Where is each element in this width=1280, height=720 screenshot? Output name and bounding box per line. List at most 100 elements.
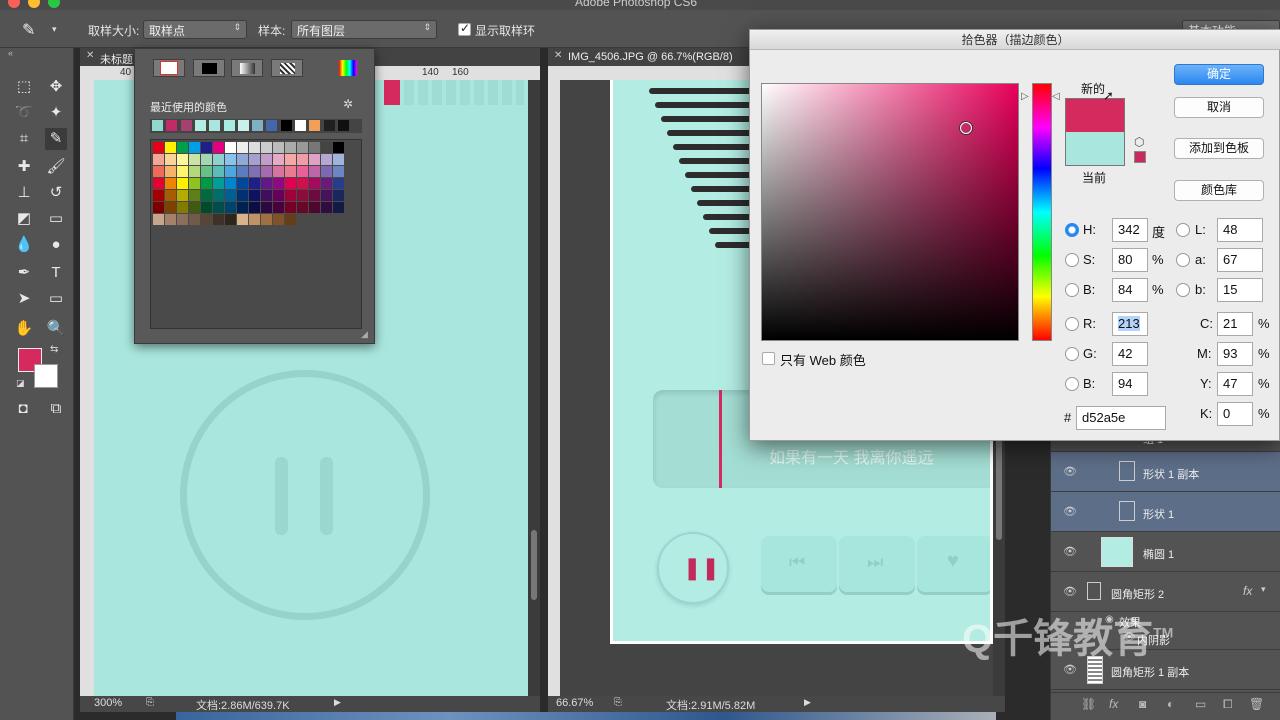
eyedropper-icon[interactable]: ✎ [22,20,35,40]
palette-swatch[interactable] [285,202,296,213]
palette-swatch[interactable] [297,142,308,153]
palette-swatch[interactable] [225,202,236,213]
saturation-radio[interactable] [1065,253,1079,267]
palette-swatch[interactable] [333,202,344,213]
palette-swatch[interactable] [177,190,188,201]
chevron-down-icon[interactable]: ▾ [1261,584,1266,595]
black-field[interactable]: 0 [1217,402,1253,426]
palette-swatch[interactable] [177,142,188,153]
folder-icon[interactable]: ▭ [1195,697,1206,711]
palette-swatch[interactable] [333,166,344,177]
palette-swatch[interactable] [237,154,248,165]
palette-swatch[interactable] [309,142,320,153]
palette-swatch[interactable] [225,214,236,225]
b-field[interactable]: 15 [1217,278,1263,302]
palette-swatch[interactable] [273,190,284,201]
fx-icon[interactable]: fx [1109,697,1118,711]
palette-swatch[interactable] [153,166,164,177]
recent-color-swatch[interactable] [180,120,192,131]
palette-swatch[interactable] [309,178,320,189]
palette-swatch[interactable] [225,142,236,153]
palette-swatch[interactable] [165,202,176,213]
palette-swatch[interactable] [321,178,332,189]
palette-swatch[interactable] [273,202,284,213]
palette-swatch[interactable] [177,178,188,189]
palette-swatch[interactable] [297,202,308,213]
add-to-swatches-button[interactable]: 添加到色板 [1174,138,1264,159]
palette-swatch[interactable] [165,166,176,177]
palette-swatch[interactable] [261,190,272,201]
previous-button[interactable]: ⏮ [761,536,837,592]
palette-swatch[interactable] [249,142,260,153]
pause-button[interactable]: ❚❚ [657,532,729,604]
palette-swatch[interactable] [189,190,200,201]
palette-swatch[interactable] [237,142,248,153]
palette-swatch[interactable] [237,166,248,177]
solid-color-button[interactable] [193,59,225,77]
hue-slider-right-arrow-icon[interactable]: ◁ [1052,91,1060,102]
eye-icon[interactable]: 👁 [1063,505,1077,518]
hue-slider[interactable] [1032,83,1052,341]
palette-swatch[interactable] [261,154,272,165]
palette-swatch[interactable] [201,214,212,225]
zoom-level[interactable]: 66.67% [556,697,593,709]
blue-field[interactable]: 94 [1112,372,1148,396]
palette-swatch[interactable] [213,214,224,225]
document-tab-2[interactable]: ✕ IMG_4506.JPG @ 66.7%(RGB/8) [548,48,750,66]
palette-swatch[interactable] [201,202,212,213]
status-menu-arrow-icon[interactable]: ▶ [804,697,811,708]
palette-swatch[interactable] [237,214,248,225]
sample-select[interactable]: 所有图层 ⇕ [291,20,437,39]
palette-swatch[interactable] [177,166,188,177]
zoom-level[interactable]: 300% [94,697,122,709]
eye-icon[interactable]: 👁 [1063,545,1077,558]
palette-swatch[interactable] [189,214,200,225]
palette-swatch[interactable] [213,154,224,165]
recent-color-swatch[interactable] [194,120,206,131]
adjustment-icon[interactable]: ◐ [1167,697,1174,711]
hue-field[interactable]: 342 [1112,218,1148,242]
dock[interactable] [176,712,996,720]
palette-swatch[interactable] [165,214,176,225]
eraser-tool-icon[interactable]: ◩ [13,208,35,230]
show-ring-checkbox[interactable]: ✓ [458,21,471,36]
recent-color-swatch[interactable] [209,120,221,131]
export-icon[interactable]: ⎘ [614,697,622,708]
gradient-button[interactable] [231,59,263,77]
document-1-scrollbar[interactable] [528,80,540,696]
palette-swatch[interactable] [213,190,224,201]
tool-preset-chevron-icon[interactable]: ▾ [52,24,57,35]
magic-wand-tool-icon[interactable]: ✦ [45,102,67,124]
magenta-field[interactable]: 93 [1217,342,1253,366]
eye-icon[interactable]: 👁 [1063,663,1077,676]
palette-swatch[interactable] [261,178,272,189]
marquee-tool-icon[interactable]: ⬚ [13,76,35,98]
saturation-brightness-field[interactable] [761,83,1019,341]
palette-swatch[interactable] [225,154,236,165]
palette-swatch[interactable] [285,178,296,189]
background-color-swatch[interactable] [34,364,58,388]
palette-swatch[interactable] [297,178,308,189]
palette-swatch[interactable] [237,190,248,201]
palette-swatch[interactable] [285,142,296,153]
history-brush-tool-icon[interactable]: ↺ [45,182,67,204]
palette-swatch[interactable] [321,202,332,213]
lasso-tool-icon[interactable]: ➰ [13,102,35,124]
eyedropper-tool-icon[interactable]: ✎ [45,128,67,150]
screen-mode-icon[interactable]: ⧉ [45,398,67,420]
layer-row[interactable]: 👁 形状 1 [1051,492,1280,532]
blur-tool-icon[interactable]: 💧 [13,234,35,256]
status-menu-arrow-icon[interactable]: ▶ [334,697,341,708]
palette-swatch[interactable] [165,190,176,201]
palette-swatch[interactable] [273,154,284,165]
palette-swatch[interactable] [189,178,200,189]
quick-mask-icon[interactable]: ◘ [12,398,34,420]
palette-swatch[interactable] [273,142,284,153]
palette-swatch[interactable] [213,166,224,177]
ok-button[interactable]: 确定 [1174,64,1264,85]
palette-swatch[interactable] [213,178,224,189]
hue-slider-left-arrow-icon[interactable]: ▷ [1021,91,1029,102]
palette-swatch[interactable] [321,142,332,153]
like-button[interactable]: ♥ [917,536,990,592]
blue-radio[interactable] [1065,377,1079,391]
